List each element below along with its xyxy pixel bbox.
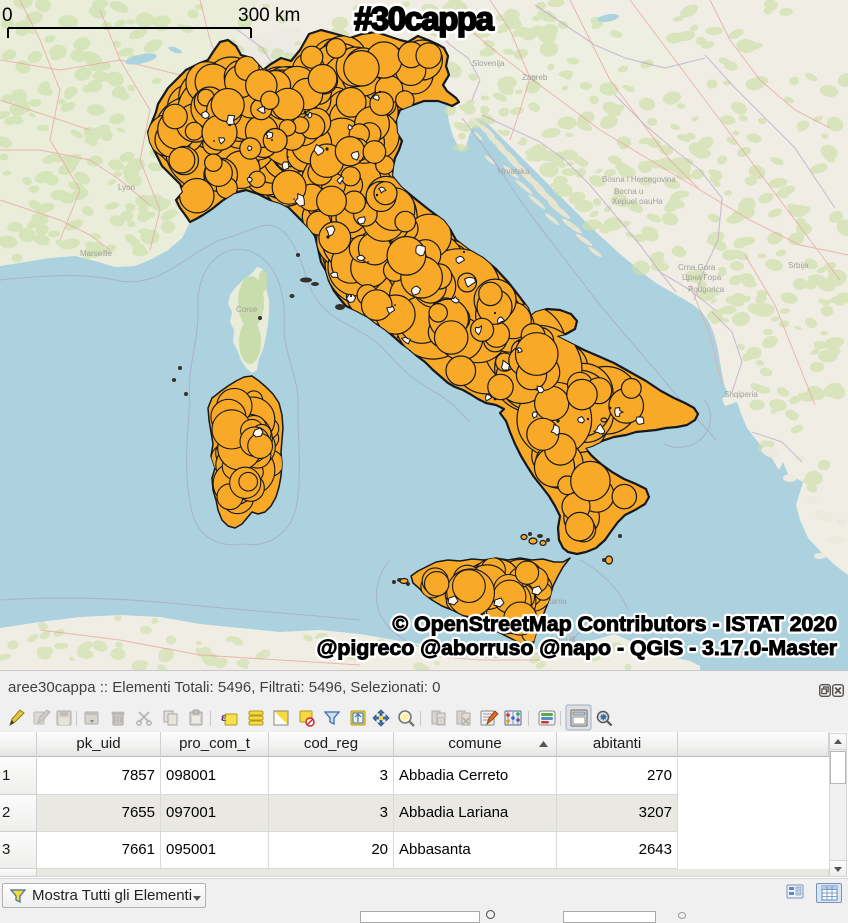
svg-text:Hrvatska: Hrvatska <box>498 167 530 176</box>
svg-text:Srbija: Srbija <box>788 261 809 270</box>
svg-text:Bosna i Hercegovina: Bosna i Hercegovina <box>602 175 676 184</box>
svg-text:Marseille: Marseille <box>80 249 113 258</box>
svg-text:Xepuel oauHa: Xepuel oauHa <box>612 197 663 206</box>
svg-text:Zagreb: Zagreb <box>522 73 548 82</box>
svg-text:0: 0 <box>2 5 13 26</box>
svg-text:© OpenStreetMap Contributors -: © OpenStreetMap Contributors - ISTAT 202… <box>392 612 837 636</box>
svg-text:Lyon: Lyon <box>118 183 135 192</box>
svg-text:Corse: Corse <box>236 305 258 314</box>
svg-text:Podgorica: Podgorica <box>688 285 725 294</box>
svg-text:Crna Gora: Crna Gora <box>678 263 716 272</box>
svg-text:Shqiperia: Shqiperia <box>724 390 758 399</box>
svg-text:@pigreco @aborruso @napo - QGI: @pigreco @aborruso @napo - QGIS - 3.17.0… <box>316 636 837 660</box>
svg-text:Slovenija: Slovenija <box>472 59 505 68</box>
svg-text:#30cappa: #30cappa <box>354 0 495 37</box>
svg-text:Цpнa Гopa: Цpнa Гopa <box>682 273 722 282</box>
svg-text:ε: ε <box>221 709 227 724</box>
svg-text:Bocna u: Bocna u <box>614 187 643 196</box>
svg-text:300 km: 300 km <box>238 5 300 26</box>
